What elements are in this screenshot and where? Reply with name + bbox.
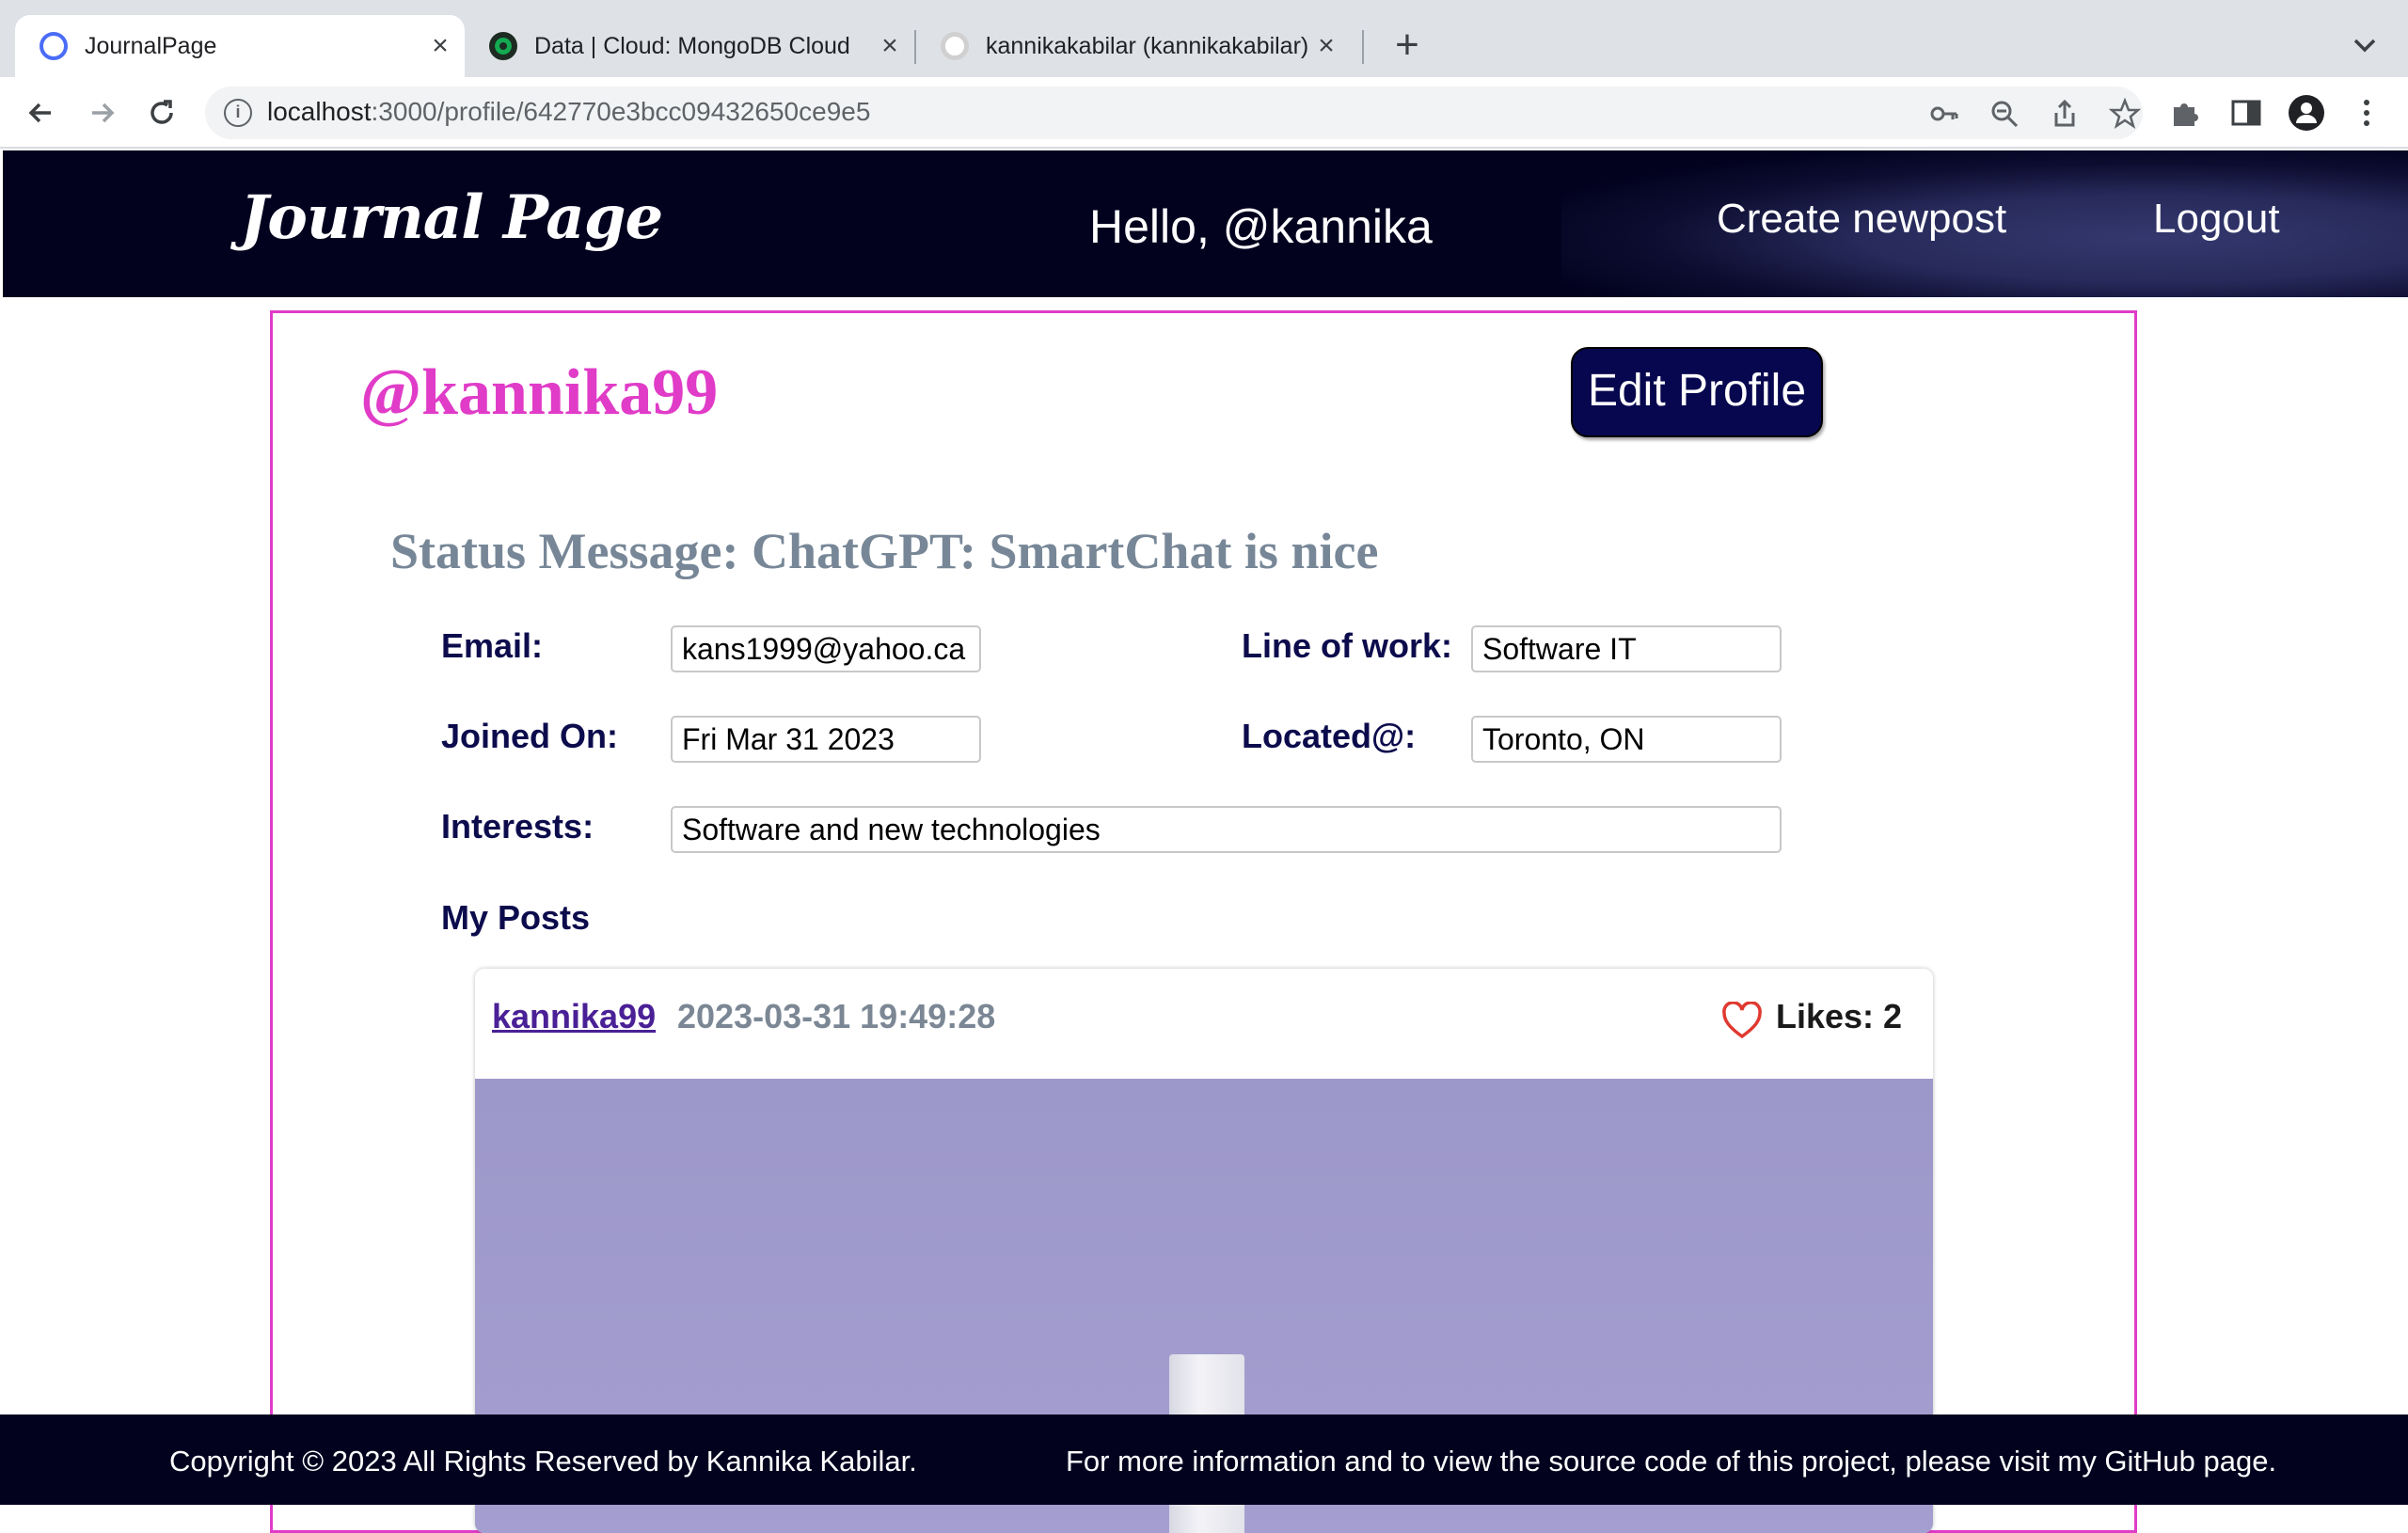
- site-info-icon[interactable]: i: [224, 99, 252, 127]
- bookmark-star-icon[interactable]: [2108, 97, 2142, 130]
- back-button[interactable]: [19, 90, 64, 135]
- reload-button[interactable]: [139, 90, 184, 135]
- tab-github[interactable]: kannikakabilar (kannikakabilar) ×: [916, 15, 1351, 77]
- extensions-puzzle-icon[interactable]: [2166, 94, 2204, 132]
- profile-username: @kannika99: [360, 356, 719, 429]
- tab-journalpage[interactable]: JournalPage ×: [15, 15, 465, 77]
- side-panel-icon[interactable]: [2227, 94, 2265, 132]
- site-footer: Copyright © 2023 All Rights Reserved by …: [0, 1414, 2408, 1505]
- tab-mongodb[interactable]: Data | Cloud: MongoDB Cloud ×: [465, 15, 914, 77]
- copyright-text: Copyright © 2023 All Rights Reserved by …: [169, 1445, 917, 1478]
- located-label: Located@:: [1242, 717, 1417, 755]
- mongodb-leaf-icon: [489, 32, 517, 60]
- close-tab-icon[interactable]: ×: [1311, 30, 1341, 62]
- post-author-link[interactable]: kannika99: [492, 997, 656, 1036]
- address-bar[interactable]: i localhost:3000/profile/642770e3bcc0943…: [205, 87, 2143, 139]
- browser-menu-icon[interactable]: [2348, 94, 2385, 132]
- profile-avatar-icon[interactable]: [2288, 94, 2325, 132]
- tab-title: JournalPage: [85, 32, 217, 59]
- interests-field[interactable]: Software and new technologies: [671, 806, 1782, 853]
- likes-count: Likes: 2: [1776, 997, 1903, 1035]
- close-tab-icon[interactable]: ×: [425, 30, 455, 62]
- url-text[interactable]: localhost:3000/profile/642770e3bcc094326…: [267, 97, 870, 127]
- share-icon[interactable]: [2049, 98, 2081, 130]
- joined-on-field[interactable]: Fri Mar 31 2023: [671, 716, 981, 763]
- github-info-link[interactable]: For more information and to view the sou…: [1066, 1445, 2276, 1478]
- zoom-icon[interactable]: [1988, 98, 2020, 130]
- browser-tab-strip: JournalPage × Data | Cloud: MongoDB Clou…: [0, 0, 2408, 77]
- email-field[interactable]: kans1999@yahoo.ca: [671, 625, 981, 672]
- new-tab-button[interactable]: +: [1386, 23, 1428, 68]
- user-greeting: Hello, @kannika: [1089, 200, 1433, 253]
- edit-profile-button[interactable]: Edit Profile: [1571, 347, 1823, 437]
- status-message: Status Message: ChatGPT: SmartChat is ni…: [390, 523, 1379, 579]
- joined-on-label: Joined On:: [441, 717, 618, 755]
- logout-link[interactable]: Logout: [2153, 196, 2280, 243]
- tab-title: kannikakabilar (kannikakabilar): [986, 32, 1309, 59]
- tab-search-dropdown-icon[interactable]: [2346, 26, 2384, 64]
- close-tab-icon[interactable]: ×: [875, 30, 905, 62]
- interests-label: Interests:: [441, 807, 594, 846]
- located-field[interactable]: Toronto, ON: [1471, 716, 1782, 763]
- forward-button[interactable]: [79, 90, 124, 135]
- browser-toolbar: i localhost:3000/profile/642770e3bcc0943…: [0, 77, 2408, 149]
- site-header: Journal Page Hello, @kannika Create newp…: [3, 150, 2408, 297]
- journalpage-favicon: [40, 32, 68, 60]
- tab-title: Data | Cloud: MongoDB Cloud: [534, 32, 850, 59]
- email-label: Email:: [441, 626, 544, 665]
- heart-icon[interactable]: [1721, 1001, 1763, 1039]
- line-of-work-field[interactable]: Software IT: [1471, 625, 1782, 672]
- create-newpost-link[interactable]: Create newpost: [1717, 196, 2006, 243]
- my-posts-heading: My Posts: [441, 898, 591, 937]
- site-logo[interactable]: Journal Page: [240, 182, 663, 253]
- post-timestamp: 2023-03-31 19:49:28: [677, 997, 996, 1035]
- github-icon: [941, 32, 969, 60]
- line-of-work-label: Line of work:: [1242, 626, 1452, 665]
- tab-separator: [1362, 30, 1364, 64]
- key-icon[interactable]: [1928, 98, 1960, 130]
